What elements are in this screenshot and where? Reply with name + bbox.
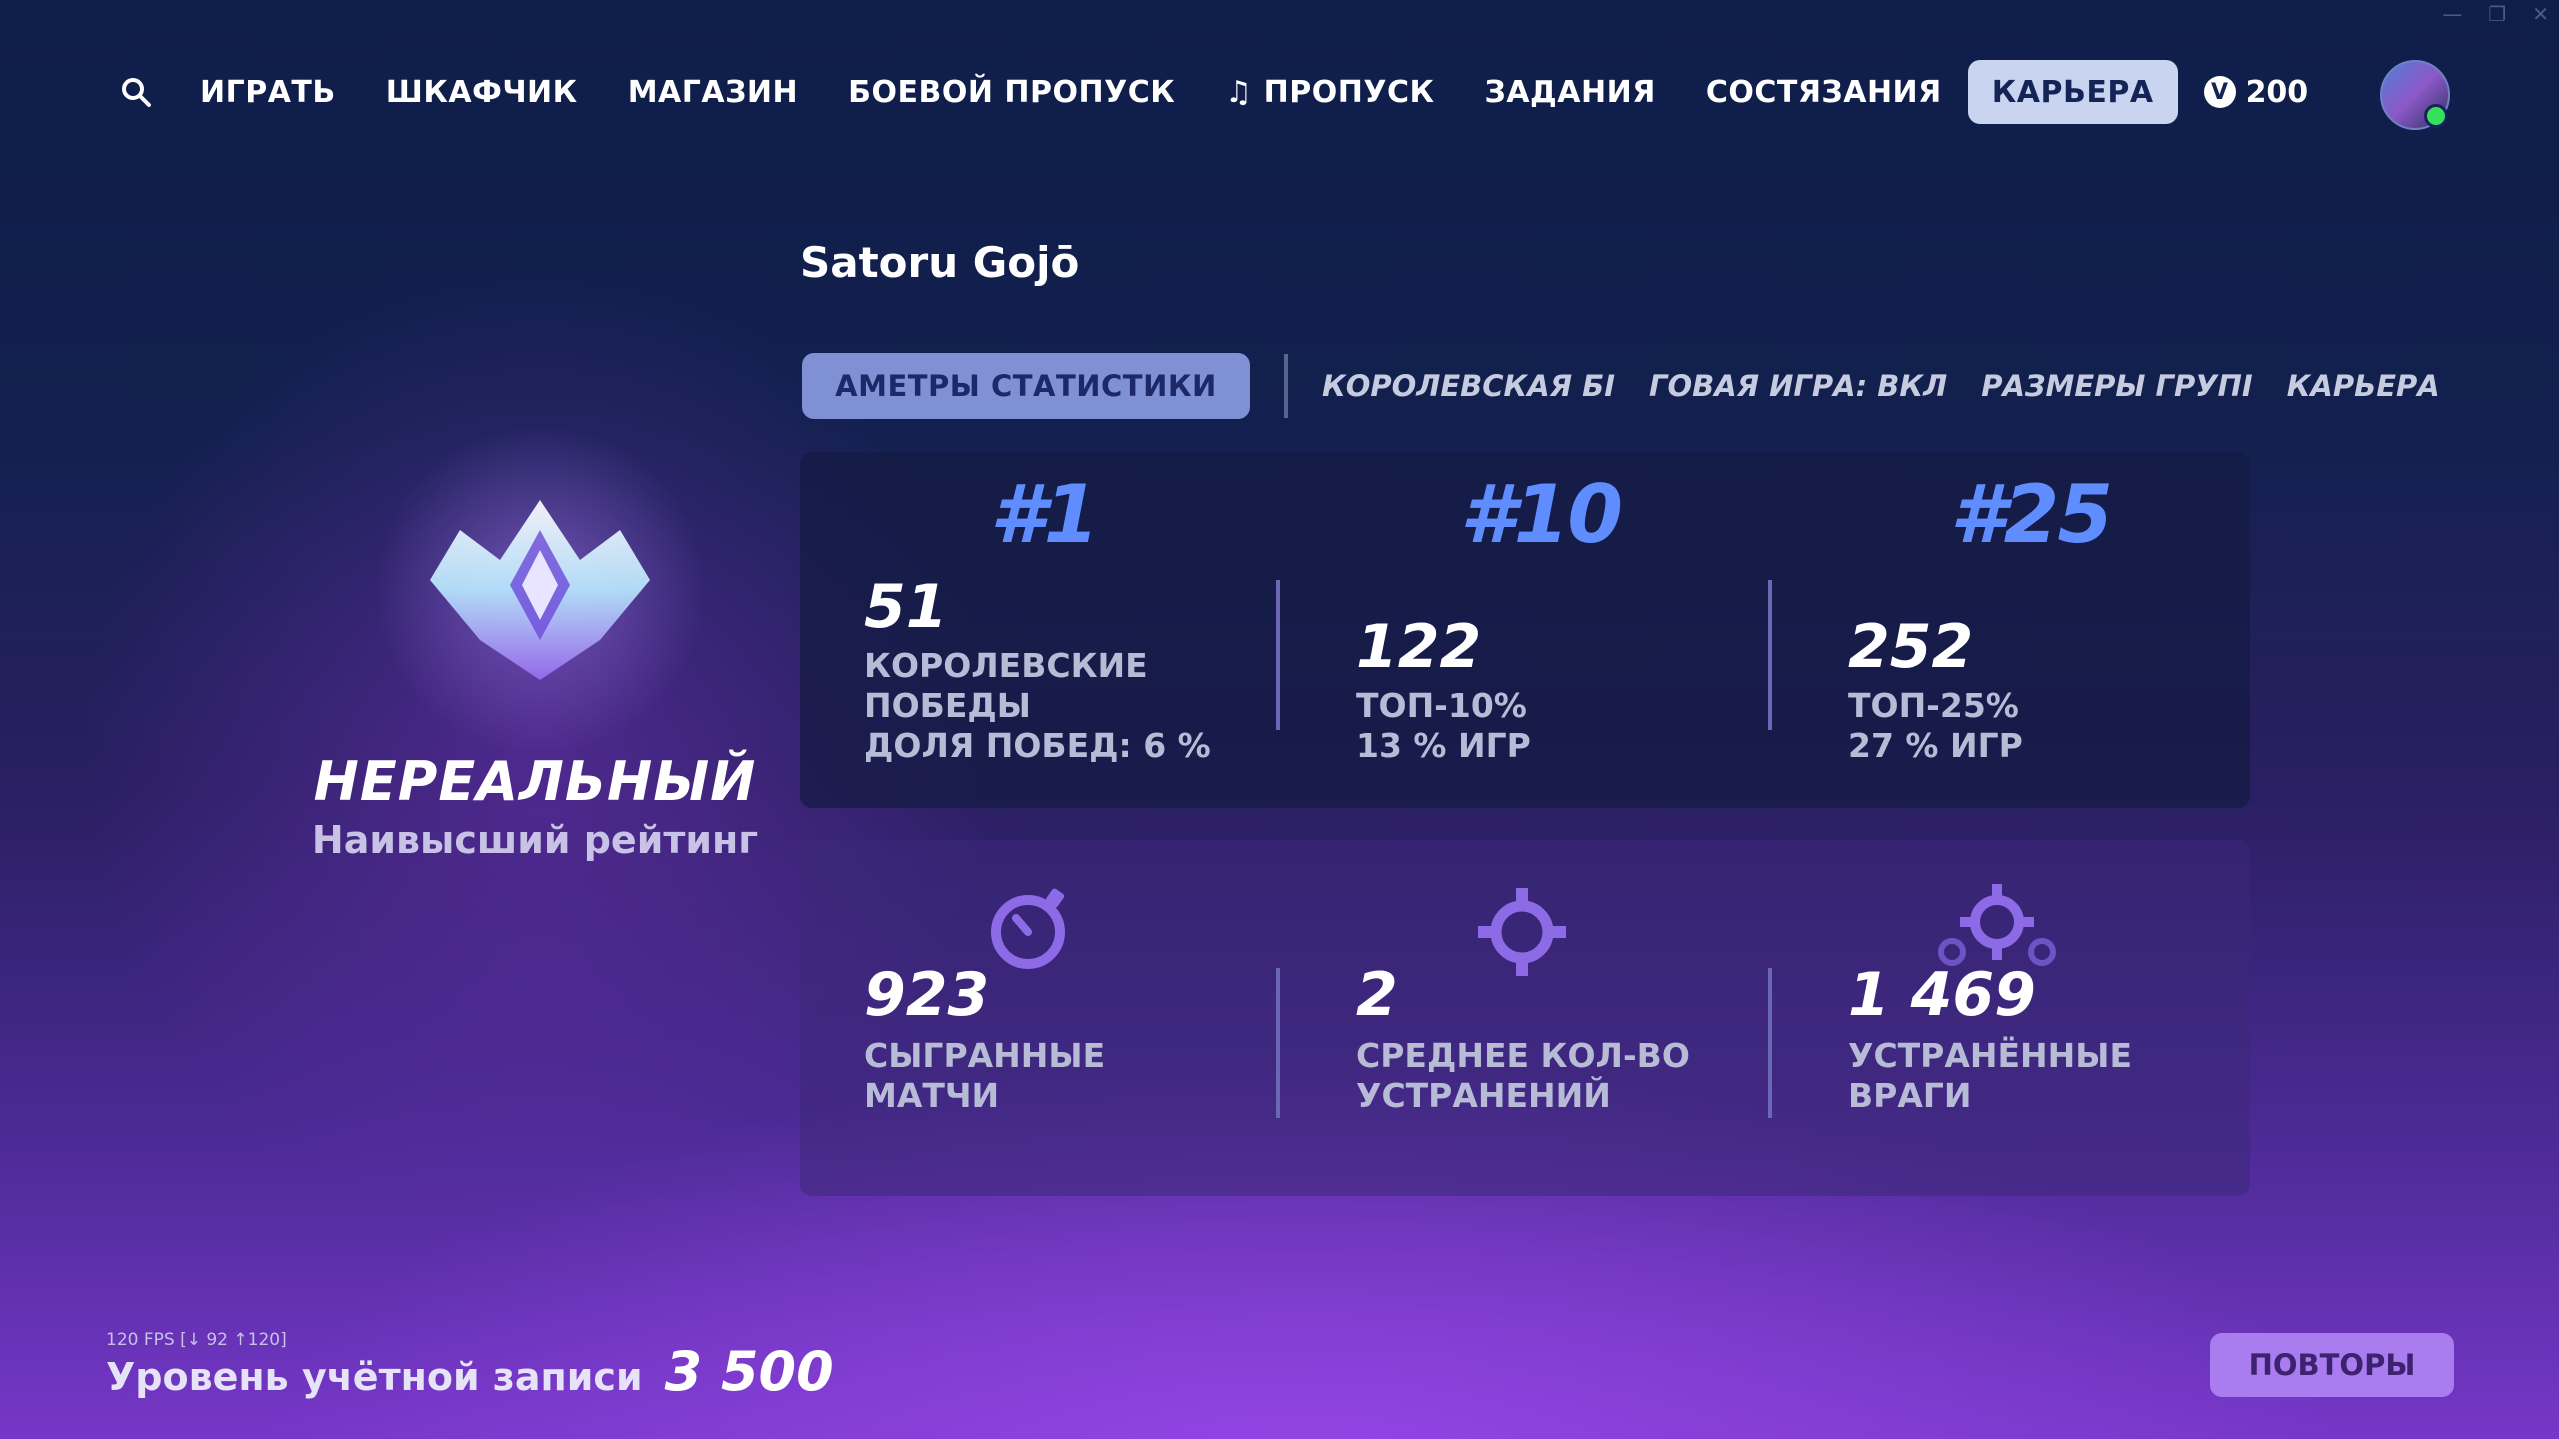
nav-music-pass[interactable]: ♫ ПРОПУСК [1225, 60, 1434, 124]
placement-top25: #25 252 ТОП-25% 27 % ИГР [1782, 452, 2262, 808]
tab-divider [1284, 354, 1288, 418]
nav-play[interactable]: ИГРАТЬ [200, 60, 336, 124]
vbucks-balance[interactable]: V 200 [2203, 74, 2309, 110]
wins-label-1: КОРОЛЕВСКИЕ [864, 646, 1148, 685]
nav-competitive[interactable]: СОСТЯЗАНИЯ [1706, 60, 1942, 124]
divider [1768, 968, 1772, 1118]
avg-elims-value: 2 [1356, 960, 1398, 1030]
totals-panel: 923 СЫГРАННЫЕ МАТЧИ 2 СРЕДНЕЕ КОЛ-ВО УСТ… [800, 840, 2250, 1196]
stat-tabs: АМЕТРЫ СТАТИСТИКИ КОРОЛЕВСКАЯ БІ ГОВАЯ И… [802, 353, 2474, 419]
avg-elims-label-2: УСТРАНЕНИЙ [1356, 1076, 1611, 1115]
eliminations-value: 1 469 [1848, 960, 2036, 1030]
top10-label-2: 13 % ИГР [1356, 726, 1531, 765]
rank-title: НЕРЕАЛЬНЫЙ [313, 750, 757, 813]
window-controls: — ❐ ✕ [2442, 2, 2549, 26]
matches-stat: 923 СЫГРАННЫЕ МАТЧИ [800, 840, 1280, 1196]
account-level-value: 3 500 [664, 1340, 834, 1403]
placement-rank: #10 [1460, 468, 1623, 561]
wins-value: 51 [864, 572, 948, 642]
close-icon[interactable]: ✕ [2532, 2, 2549, 26]
divider [1768, 580, 1772, 730]
tab-stat-params[interactable]: АМЕТРЫ СТАТИСТИКИ [802, 353, 1250, 419]
unreal-rank-icon [430, 500, 650, 680]
nav-quests[interactable]: ЗАДАНИЯ [1485, 60, 1656, 124]
tab-group-size[interactable]: РАЗМЕРЫ ГРУПІ [1981, 369, 2253, 403]
player-name: Satoru Gojō [800, 238, 1080, 287]
divider [1276, 580, 1280, 730]
crosshair-icon [1478, 888, 1566, 976]
tab-build-mode[interactable]: ГОВАЯ ИГРА: ВКЛ [1649, 369, 1947, 403]
vbucks-icon: V [2203, 76, 2236, 108]
eliminations-label-1: УСТРАНЁННЫЕ [1848, 1036, 2133, 1075]
nav-career[interactable]: КАРЬЕРА [1967, 60, 2178, 124]
eliminations-label-2: ВРАГИ [1848, 1076, 1972, 1115]
placement-top10: #10 122 ТОП-10% 13 % ИГР [1290, 452, 1770, 808]
divider [1276, 968, 1280, 1118]
top25-label-2: 27 % ИГР [1848, 726, 2023, 765]
tab-career[interactable]: КАРЬЕРА [2287, 369, 2440, 403]
minimize-icon[interactable]: — [2442, 2, 2462, 26]
top10-label-1: ТОП-10% [1356, 686, 1527, 725]
online-status-icon [2424, 104, 2448, 128]
tab-battle-royale[interactable]: КОРОЛЕВСКАЯ БІ [1322, 369, 1615, 403]
nav-shop[interactable]: МАГАЗИН [628, 60, 798, 124]
nav-battle-pass[interactable]: БОЕВОЙ ПРОПУСК [848, 60, 1175, 124]
vbucks-amount: 200 [2245, 74, 2309, 110]
eliminations-stat: 1 469 УСТРАНЁННЫЕ ВРАГИ [1782, 840, 2262, 1196]
placement-top1: #1 51 КОРОЛЕВСКИЕ ПОБЕДЫ ДОЛЯ ПОБЕД: 6 % [800, 452, 1280, 808]
avg-elims-label-1: СРЕДНЕЕ КОЛ-ВО [1356, 1036, 1690, 1075]
win-rate: ДОЛЯ ПОБЕД: 6 % [864, 726, 1211, 765]
replays-button[interactable]: ПОВТОРЫ [2210, 1333, 2454, 1397]
stopwatch-icon [991, 888, 1065, 969]
top25-value: 252 [1848, 612, 1974, 682]
nav-locker[interactable]: ШКАФЧИК [386, 60, 578, 124]
top25-label-1: ТОП-25% [1848, 686, 2019, 725]
placement-rank: #1 [990, 468, 1099, 561]
restore-icon[interactable]: ❐ [2488, 2, 2506, 26]
matches-label-2: МАТЧИ [864, 1076, 1000, 1115]
wins-label-2: ПОБЕДЫ [864, 686, 1031, 725]
placement-rank: #25 [1950, 468, 2113, 561]
account-level-label: Уровень учётной записи [106, 1355, 643, 1399]
search-icon[interactable] [120, 60, 152, 124]
matches-value: 923 [864, 960, 990, 1030]
avg-elims-stat: 2 СРЕДНЕЕ КОЛ-ВО УСТРАНЕНИЙ [1290, 840, 1770, 1196]
rank-subtitle: Наивысший рейтинг [311, 818, 759, 862]
top10-value: 122 [1356, 612, 1482, 682]
account-level: Уровень учётной записи 3 500 [106, 1340, 834, 1403]
placements-panel: #1 51 КОРОЛЕВСКИЕ ПОБЕДЫ ДОЛЯ ПОБЕД: 6 %… [800, 452, 2250, 808]
matches-label-1: СЫГРАННЫЕ [864, 1036, 1106, 1075]
top-nav: ИГРАТЬ ШКАФЧИК МАГАЗИН БОЕВОЙ ПРОПУСК ♫ … [120, 60, 2308, 124]
